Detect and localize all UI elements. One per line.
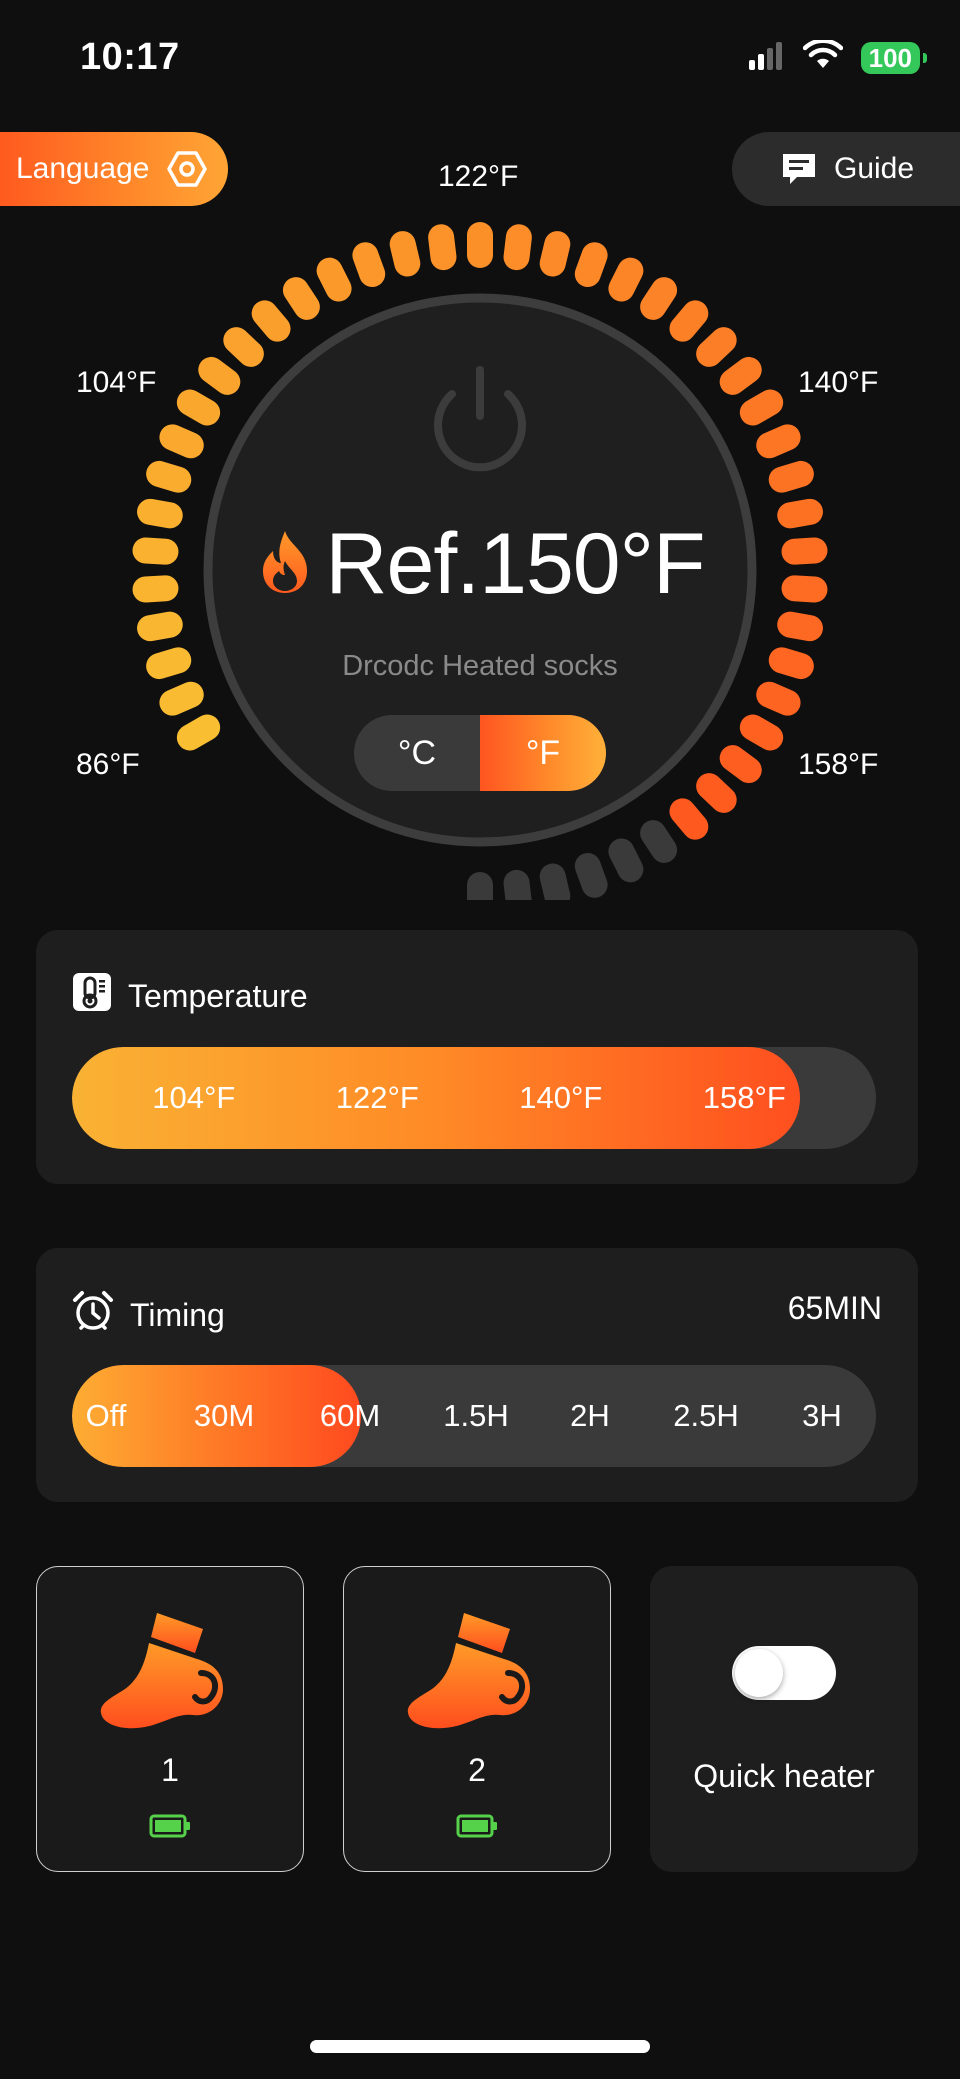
unit-toggle[interactable]: °C °F bbox=[354, 715, 606, 791]
timing-option-2h[interactable]: 2H bbox=[570, 1398, 610, 1434]
device-label: 2 bbox=[468, 1752, 486, 1788]
device-label: 1 bbox=[161, 1752, 179, 1788]
dial-tick bbox=[467, 872, 493, 900]
timing-option-1-5h[interactable]: 1.5H bbox=[443, 1398, 508, 1434]
dial-tick bbox=[539, 231, 571, 277]
toggle-knob bbox=[735, 1649, 783, 1697]
temperature-card-title: Temperature bbox=[128, 977, 308, 1014]
unit-fahrenheit-button[interactable]: °F bbox=[480, 715, 606, 791]
alarm-clock-icon bbox=[72, 1290, 114, 1340]
timing-option-30m[interactable]: 30M bbox=[194, 1398, 254, 1434]
temperature-card: Temperature 104°F 122°F 140°F 158°F bbox=[36, 930, 918, 1184]
unit-celsius-button[interactable]: °C bbox=[354, 715, 480, 791]
home-indicator[interactable] bbox=[310, 2040, 650, 2053]
flame-icon bbox=[255, 529, 315, 600]
timing-card-title: Timing bbox=[130, 1296, 225, 1333]
timing-option-3h[interactable]: 3H bbox=[802, 1398, 842, 1434]
quick-heater-toggle[interactable] bbox=[732, 1646, 836, 1700]
dial-label-158: 158°F bbox=[798, 748, 879, 781]
dial-tick bbox=[574, 242, 608, 287]
dial-tick bbox=[352, 242, 386, 287]
dial-tick bbox=[176, 714, 221, 751]
timing-option-2-5h[interactable]: 2.5H bbox=[673, 1398, 738, 1434]
temperature-levels: 104°F 122°F 140°F 158°F bbox=[72, 1047, 876, 1149]
timing-slider[interactable]: Off 30M 60M 1.5H 2H 2.5H 3H bbox=[72, 1365, 876, 1467]
temperature-level-2[interactable]: 122°F bbox=[336, 1080, 419, 1116]
temperature-card-header: Temperature bbox=[72, 972, 308, 1020]
quick-heater-card: Quick heater bbox=[650, 1566, 918, 1872]
dial-tick bbox=[159, 424, 204, 459]
temperature-slider[interactable]: 104°F 122°F 140°F 158°F bbox=[72, 1047, 876, 1149]
dial-tick bbox=[137, 611, 183, 642]
dial-tick bbox=[574, 853, 608, 898]
dial-label-104: 104°F bbox=[76, 366, 157, 399]
dial-tick bbox=[739, 389, 784, 426]
timing-options: Off 30M 60M 1.5H 2H 2.5H 3H bbox=[72, 1365, 876, 1467]
device-card-1[interactable]: 1 bbox=[36, 1566, 304, 1872]
timing-option-off[interactable]: Off bbox=[86, 1398, 127, 1434]
device-name: Drcodc Heated socks bbox=[342, 650, 618, 682]
dial-tick bbox=[146, 460, 192, 493]
dial-tick bbox=[608, 838, 644, 883]
dial-tick bbox=[608, 257, 644, 302]
thermometer-icon bbox=[72, 972, 112, 1020]
timing-card: Timing 65MIN Off 30M 60M 1.5H 2H 2.5H 3H bbox=[36, 1248, 918, 1502]
dial-tick bbox=[316, 257, 352, 302]
dial-tick bbox=[777, 611, 823, 642]
dial-tick bbox=[176, 389, 221, 426]
dial-tick bbox=[159, 681, 204, 716]
set-temperature: Ref.150°F bbox=[0, 515, 960, 614]
dial-tick bbox=[640, 277, 678, 320]
dial-tick bbox=[428, 224, 457, 271]
battery-icon bbox=[149, 1814, 191, 1843]
temperature-level-1[interactable]: 104°F bbox=[152, 1080, 235, 1116]
set-temperature-value: Ref.150°F bbox=[325, 516, 705, 612]
dial-tick bbox=[389, 231, 421, 277]
dial-tick bbox=[756, 424, 801, 459]
dial-tick bbox=[282, 277, 320, 320]
dial-tick bbox=[756, 681, 801, 716]
timing-card-header: Timing bbox=[72, 1290, 225, 1340]
timing-option-60m[interactable]: 60M bbox=[320, 1398, 380, 1434]
timing-value: 65MIN bbox=[787, 1290, 882, 1326]
sock-icon bbox=[99, 1607, 243, 1744]
temperature-level-3[interactable]: 140°F bbox=[519, 1080, 602, 1116]
dial-tick bbox=[503, 869, 532, 900]
dial-tick bbox=[539, 863, 571, 900]
device-card-2[interactable]: 2 bbox=[343, 1566, 611, 1872]
dial-label-122: 122°F bbox=[438, 160, 519, 193]
quick-heater-label: Quick heater bbox=[693, 1758, 875, 1794]
sock-icon bbox=[406, 1607, 550, 1744]
dial-label-140: 140°F bbox=[798, 366, 879, 399]
dial-tick bbox=[503, 224, 532, 271]
dial-tick bbox=[467, 222, 493, 268]
dial-tick bbox=[739, 714, 784, 751]
dial-tick bbox=[768, 460, 814, 493]
dial-label-86: 86°F bbox=[76, 748, 140, 781]
battery-icon bbox=[456, 1814, 498, 1843]
temperature-level-4[interactable]: 158°F bbox=[703, 1080, 786, 1116]
dial-tick bbox=[640, 820, 678, 863]
